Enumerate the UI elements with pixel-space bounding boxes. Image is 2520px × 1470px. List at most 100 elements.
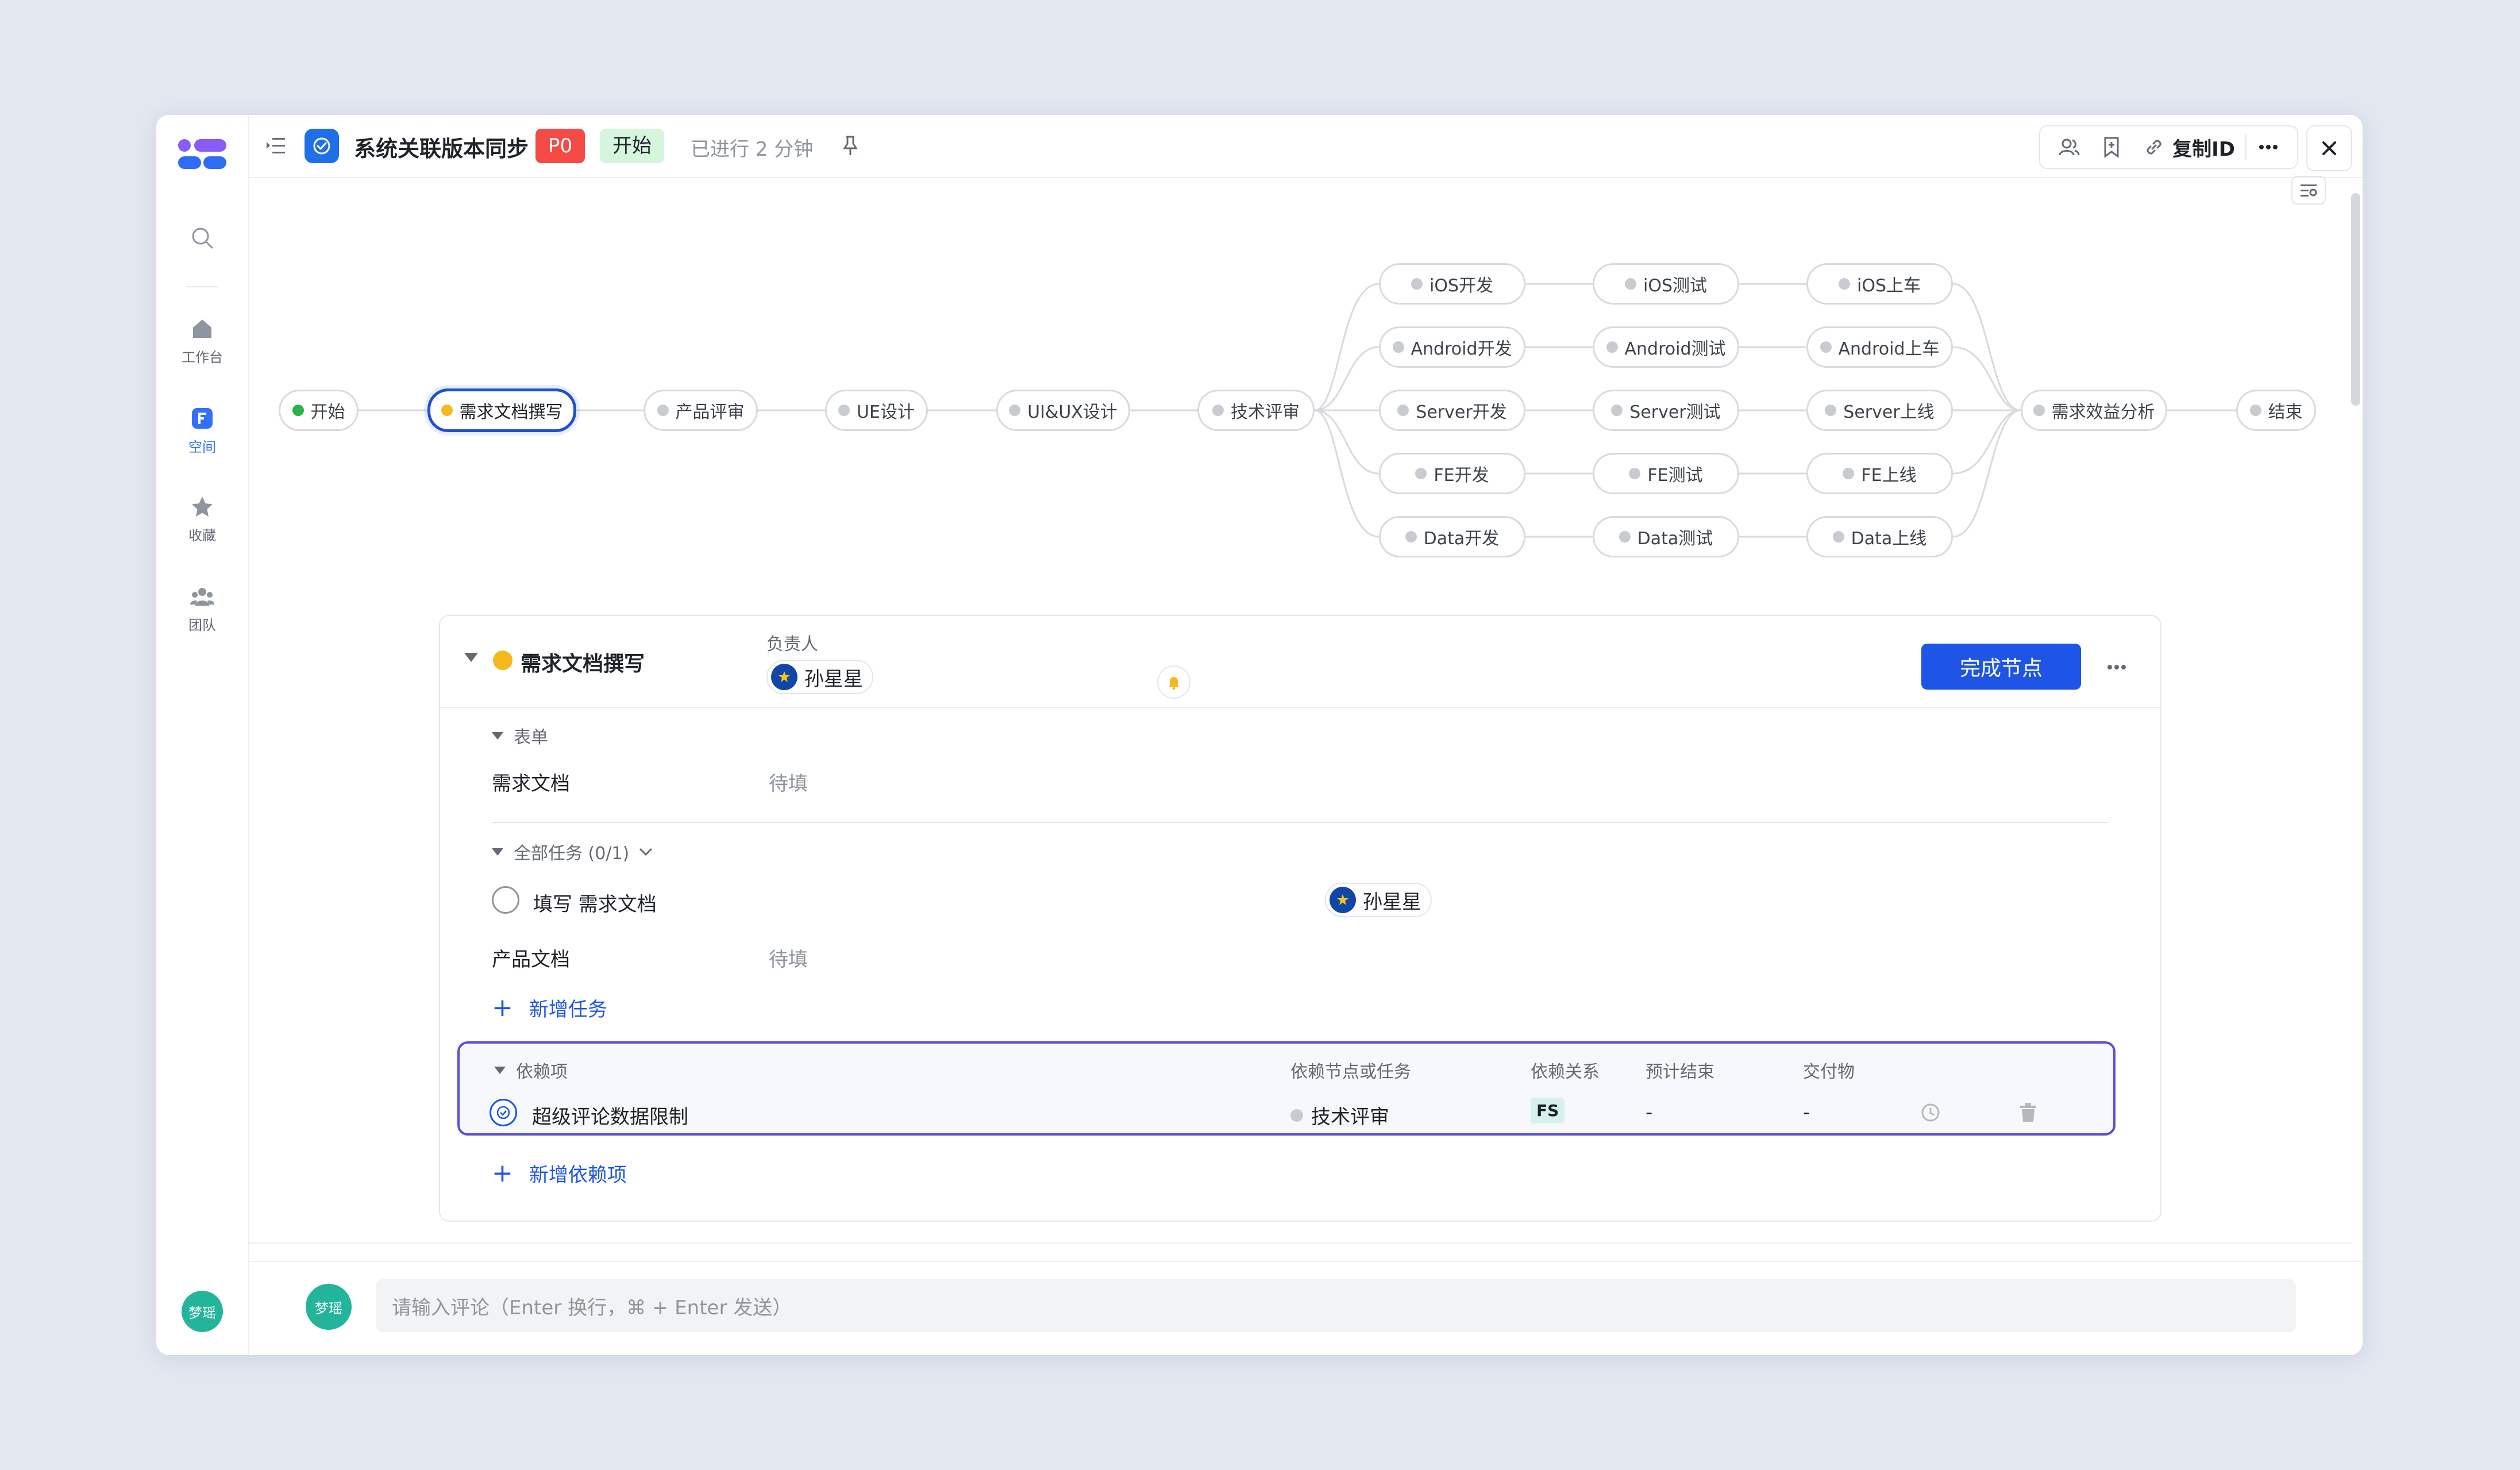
task-checkbox[interactable] (492, 886, 519, 914)
flow-node-label: Data上线 (1851, 529, 1927, 549)
complete-node-button[interactable]: 完成节点 (1921, 644, 2081, 690)
flow-node-tech-review[interactable]: 技术评审 (1197, 390, 1315, 431)
add-task-button[interactable]: + 新增任务 (492, 993, 607, 1022)
diagram-settings-button[interactable] (2291, 176, 2326, 205)
flow-node-server-release[interactable]: Server上线 (1806, 390, 1953, 431)
dependency-name[interactable]: 超级评论数据限制 (532, 1101, 688, 1129)
product-doc-value[interactable]: 待填 (769, 944, 808, 972)
dependency-node-label: 技术评审 (1311, 1106, 1389, 1129)
trash-icon (2020, 1103, 2036, 1122)
flow-node-android-release[interactable]: Android上车 (1806, 326, 1953, 368)
flow-node-fe-release[interactable]: FE上线 (1806, 453, 1953, 494)
deps-col-header: 预计结束 (1646, 1062, 1714, 1082)
flow-node-label: 需求文档撰写 (459, 402, 563, 422)
caret-down-icon (464, 653, 478, 662)
add-dependency-button[interactable]: + 新增依赖项 (492, 1159, 627, 1188)
check-circle-icon (496, 1106, 510, 1119)
flow-node-label: 结束 (2268, 402, 2303, 422)
tasks-section-label: 全部任务 (0/1) (514, 844, 630, 864)
more-icon (2107, 665, 2126, 669)
comment-avatar: 梦瑶 (306, 1284, 352, 1330)
comment-bar: 梦瑶 请输入评论（Enter 换行，⌘ + Enter 发送） (248, 1261, 2363, 1355)
deps-col-header: 依赖关系 (1531, 1062, 1600, 1082)
flow-node-label: Android上车 (1838, 339, 1940, 359)
history-icon (1921, 1103, 1940, 1122)
add-dependency-label: 新增依赖项 (529, 1164, 627, 1187)
node-detail-card: 需求文档撰写 负责人 孙星星 完成节点 表单 需求文档 待填 全部任务 (0/1 (439, 615, 2161, 1222)
flow-node-android-test[interactable]: Android测试 (1593, 326, 1739, 368)
flow-node-ios-release[interactable]: iOS上车 (1806, 263, 1953, 305)
dependency-node[interactable]: 技术评审 (1290, 1101, 1389, 1129)
deps-col-header: 交付物 (1803, 1062, 1855, 1082)
section-divider (492, 822, 2109, 823)
flow-node-start[interactable]: 开始 (279, 390, 359, 431)
workflow-diagram: 开始 需求文档撰写 产品评审 UE设计 UI&UX设计 技术评审 iOS开发 A… (156, 115, 2363, 632)
node-title: 需求文档撰写 (521, 652, 645, 676)
content-divider (248, 1242, 2351, 1244)
comment-input[interactable]: 请输入评论（Enter 换行，⌘ + Enter 发送） (376, 1279, 2296, 1332)
task-name[interactable]: 填写 需求文档 (533, 888, 657, 917)
flow-node-label: Server上线 (1843, 402, 1935, 422)
flow-node-fe-dev[interactable]: FE开发 (1379, 453, 1525, 494)
flow-node-ios-test[interactable]: iOS测试 (1593, 263, 1739, 305)
flow-node-label: FE测试 (1647, 465, 1703, 486)
flow-node-label: FE开发 (1434, 465, 1489, 486)
flow-node-label: Data开发 (1423, 529, 1500, 549)
flow-node-label: 产品评审 (675, 402, 745, 422)
form-field-value[interactable]: 待填 (769, 768, 808, 796)
flow-node-label: FE上线 (1861, 465, 1917, 486)
add-task-label: 新增任务 (529, 998, 607, 1021)
flow-node-label: UE设计 (857, 402, 915, 422)
dependency-status-icon[interactable] (490, 1099, 517, 1126)
owner-chip[interactable]: 孙星星 (766, 660, 873, 694)
flow-node-end[interactable]: 结束 (2236, 390, 2316, 431)
vertical-scrollbar[interactable] (2351, 193, 2360, 406)
plus-icon: + (492, 1159, 513, 1188)
flow-node-benefit-analysis[interactable]: 需求效益分析 (2021, 390, 2167, 431)
form-section-label: 表单 (514, 728, 548, 748)
collapse-node-toggle[interactable] (464, 653, 478, 664)
dependencies-panel: 依赖项 依赖节点或任务 依赖关系 预计结束 交付物 超级评论数据限制 技术评审 … (457, 1041, 2116, 1136)
user-avatar[interactable]: 梦瑶 (182, 1291, 223, 1332)
flow-node-label: iOS上车 (1857, 276, 1921, 296)
caret-down-icon (494, 1066, 506, 1074)
flow-node-label: Data测试 (1637, 529, 1713, 549)
flow-node-server-dev[interactable]: Server开发 (1379, 390, 1525, 431)
notify-button[interactable] (1157, 665, 1190, 699)
flow-node-fe-test[interactable]: FE测试 (1593, 453, 1739, 494)
app-window: 工作台 空间 收藏 团队 梦瑶 系统关联版本同步 P0 开始 已进行 2 分钟 … (156, 115, 2363, 1355)
flow-node-req-doc[interactable]: 需求文档撰写 (427, 388, 576, 432)
flow-node-ue-design[interactable]: UE设计 (825, 390, 928, 431)
flow-node-product-review[interactable]: 产品评审 (644, 390, 758, 431)
dependency-relation[interactable]: FS (1531, 1098, 1565, 1123)
form-field-label: 需求文档 (492, 772, 570, 795)
workflow-connectors (359, 283, 2236, 538)
flow-node-label: 技术评审 (1231, 402, 1300, 422)
dependency-history-button[interactable] (1919, 1101, 1942, 1126)
task-owner-chip[interactable]: 孙星星 (1325, 883, 1432, 917)
caret-down-icon (492, 732, 503, 740)
flow-node-ios-dev[interactable]: iOS开发 (1379, 263, 1525, 305)
dependency-end: - (1646, 1101, 1653, 1124)
tasks-section-toggle[interactable]: 全部任务 (0/1) (492, 839, 654, 864)
node-detail-header: 需求文档撰写 负责人 孙星星 完成节点 (440, 616, 2160, 708)
dependency-deliverable: - (1803, 1101, 1810, 1124)
dependency-delete-button[interactable] (2018, 1101, 2039, 1126)
flow-node-data-release[interactable]: Data上线 (1806, 516, 1953, 557)
flow-node-data-test[interactable]: Data测试 (1593, 516, 1739, 557)
owner-name: 孙星星 (804, 667, 863, 691)
product-doc-label: 产品文档 (492, 948, 570, 971)
flow-node-server-test[interactable]: Server测试 (1593, 390, 1739, 431)
flow-node-label: Android测试 (1624, 339, 1726, 359)
deps-col-header: 依赖节点或任务 (1290, 1062, 1411, 1082)
flow-node-android-dev[interactable]: Android开发 (1379, 326, 1525, 368)
flow-node-uiux-design[interactable]: UI&UX设计 (996, 390, 1130, 431)
deps-section-toggle[interactable]: 依赖项 (494, 1057, 568, 1083)
plus-icon: + (492, 993, 513, 1022)
card-more-button[interactable] (2105, 662, 2128, 673)
flow-node-label: 开始 (310, 402, 345, 422)
flow-node-data-dev[interactable]: Data开发 (1379, 516, 1525, 557)
node-status-dot (1290, 1109, 1303, 1122)
form-section-toggle[interactable]: 表单 (492, 723, 548, 748)
user-avatar-icon (1330, 887, 1356, 913)
